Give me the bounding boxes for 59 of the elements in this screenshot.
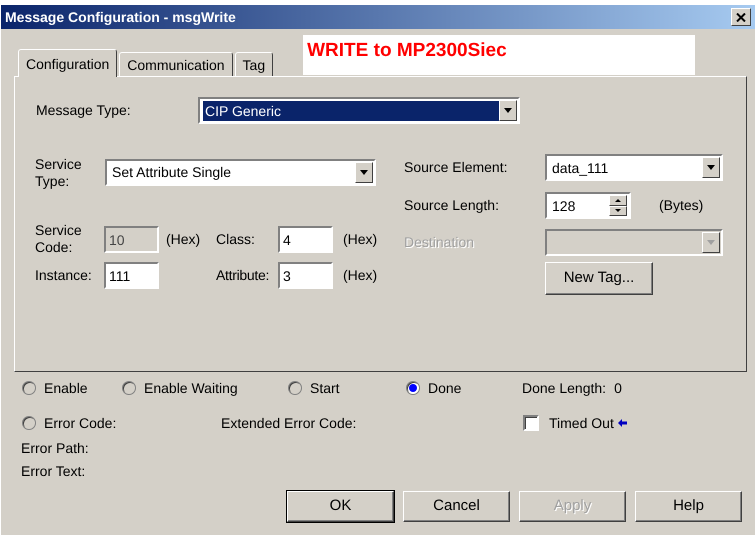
- radio-button[interactable]: [406, 381, 420, 395]
- class-field[interactable]: 4: [278, 226, 333, 252]
- tab[interactable]: Configuration: [18, 49, 118, 77]
- field-label: Extended Error Code:: [221, 414, 358, 432]
- close-button[interactable]: [731, 8, 751, 26]
- field-label: Instance:: [35, 266, 93, 285]
- field-label: Class:: [216, 230, 256, 248]
- caret-icon: [360, 170, 368, 174]
- checkbox[interactable]: [523, 415, 539, 431]
- attribute-field[interactable]: 3: [278, 262, 333, 289]
- field-label: Service Type:: [35, 156, 83, 190]
- field-label: Service Code:: [35, 222, 83, 256]
- caret-icon: [504, 108, 512, 113]
- radio-label: Error Code:: [44, 414, 116, 432]
- unit-label: (Hex): [343, 266, 378, 285]
- field-label: Source Length:: [404, 196, 500, 215]
- caret-icon: [707, 165, 715, 170]
- caret-icon: [615, 198, 621, 202]
- field-label: Message Type:: [36, 101, 132, 120]
- banner-text: WRITE to MP2300Siec: [303, 35, 696, 75]
- radio-label: Start: [310, 378, 340, 398]
- spin-down-button[interactable]: [609, 206, 627, 216]
- dialog-button[interactable]: Cancel: [403, 491, 510, 522]
- field-label: Source Element:: [404, 158, 508, 177]
- window-title: Message Configuration - msgWrite: [5, 8, 236, 27]
- unit-label: (Hex): [166, 230, 202, 249]
- caret-icon: [707, 240, 715, 245]
- field-label: Error Path:: [21, 439, 90, 458]
- instance-field[interactable]: 111: [104, 262, 159, 289]
- tab[interactable]: Tag: [234, 52, 274, 76]
- dropdown-button[interactable]: [702, 157, 720, 178]
- close-icon: [736, 12, 746, 22]
- source-element-dropdown[interactable]: data_111: [545, 154, 723, 181]
- radio-button[interactable]: [288, 381, 302, 395]
- dropdown-button[interactable]: [499, 100, 517, 121]
- dialog-button[interactable]: Help: [635, 491, 742, 522]
- radio-label: Enable Waiting: [144, 378, 238, 398]
- arrow-icon: [618, 419, 627, 427]
- dropdown-button[interactable]: [355, 162, 373, 182]
- unit-label: (Bytes): [659, 196, 704, 215]
- dialog-button[interactable]: OK: [287, 491, 394, 522]
- message-type-dropdown[interactable]: CIP Generic: [198, 97, 520, 124]
- radio-button[interactable]: [22, 416, 36, 430]
- tab[interactable]: Communication: [119, 52, 233, 76]
- unit-label: (Hex): [343, 230, 378, 249]
- source-length-spinner[interactable]: 128: [545, 192, 631, 219]
- caret-icon: [615, 209, 621, 212]
- field-label: Attribute:: [216, 266, 270, 285]
- done-length-label: Done Length:: [522, 378, 606, 398]
- radio-button[interactable]: [22, 381, 36, 395]
- field-label: Error Text:: [21, 462, 86, 481]
- spin-up-button[interactable]: [609, 195, 627, 206]
- radio-label: Enable: [44, 378, 88, 398]
- new-tag-button[interactable]: New Tag...: [545, 262, 653, 295]
- radio-button[interactable]: [122, 381, 136, 395]
- service-type-dropdown[interactable]: Set Attribute Single: [105, 158, 376, 186]
- done-length-value: 0: [614, 378, 622, 398]
- checkbox-label: Timed Out: [549, 414, 614, 432]
- radio-label: Done: [428, 378, 462, 398]
